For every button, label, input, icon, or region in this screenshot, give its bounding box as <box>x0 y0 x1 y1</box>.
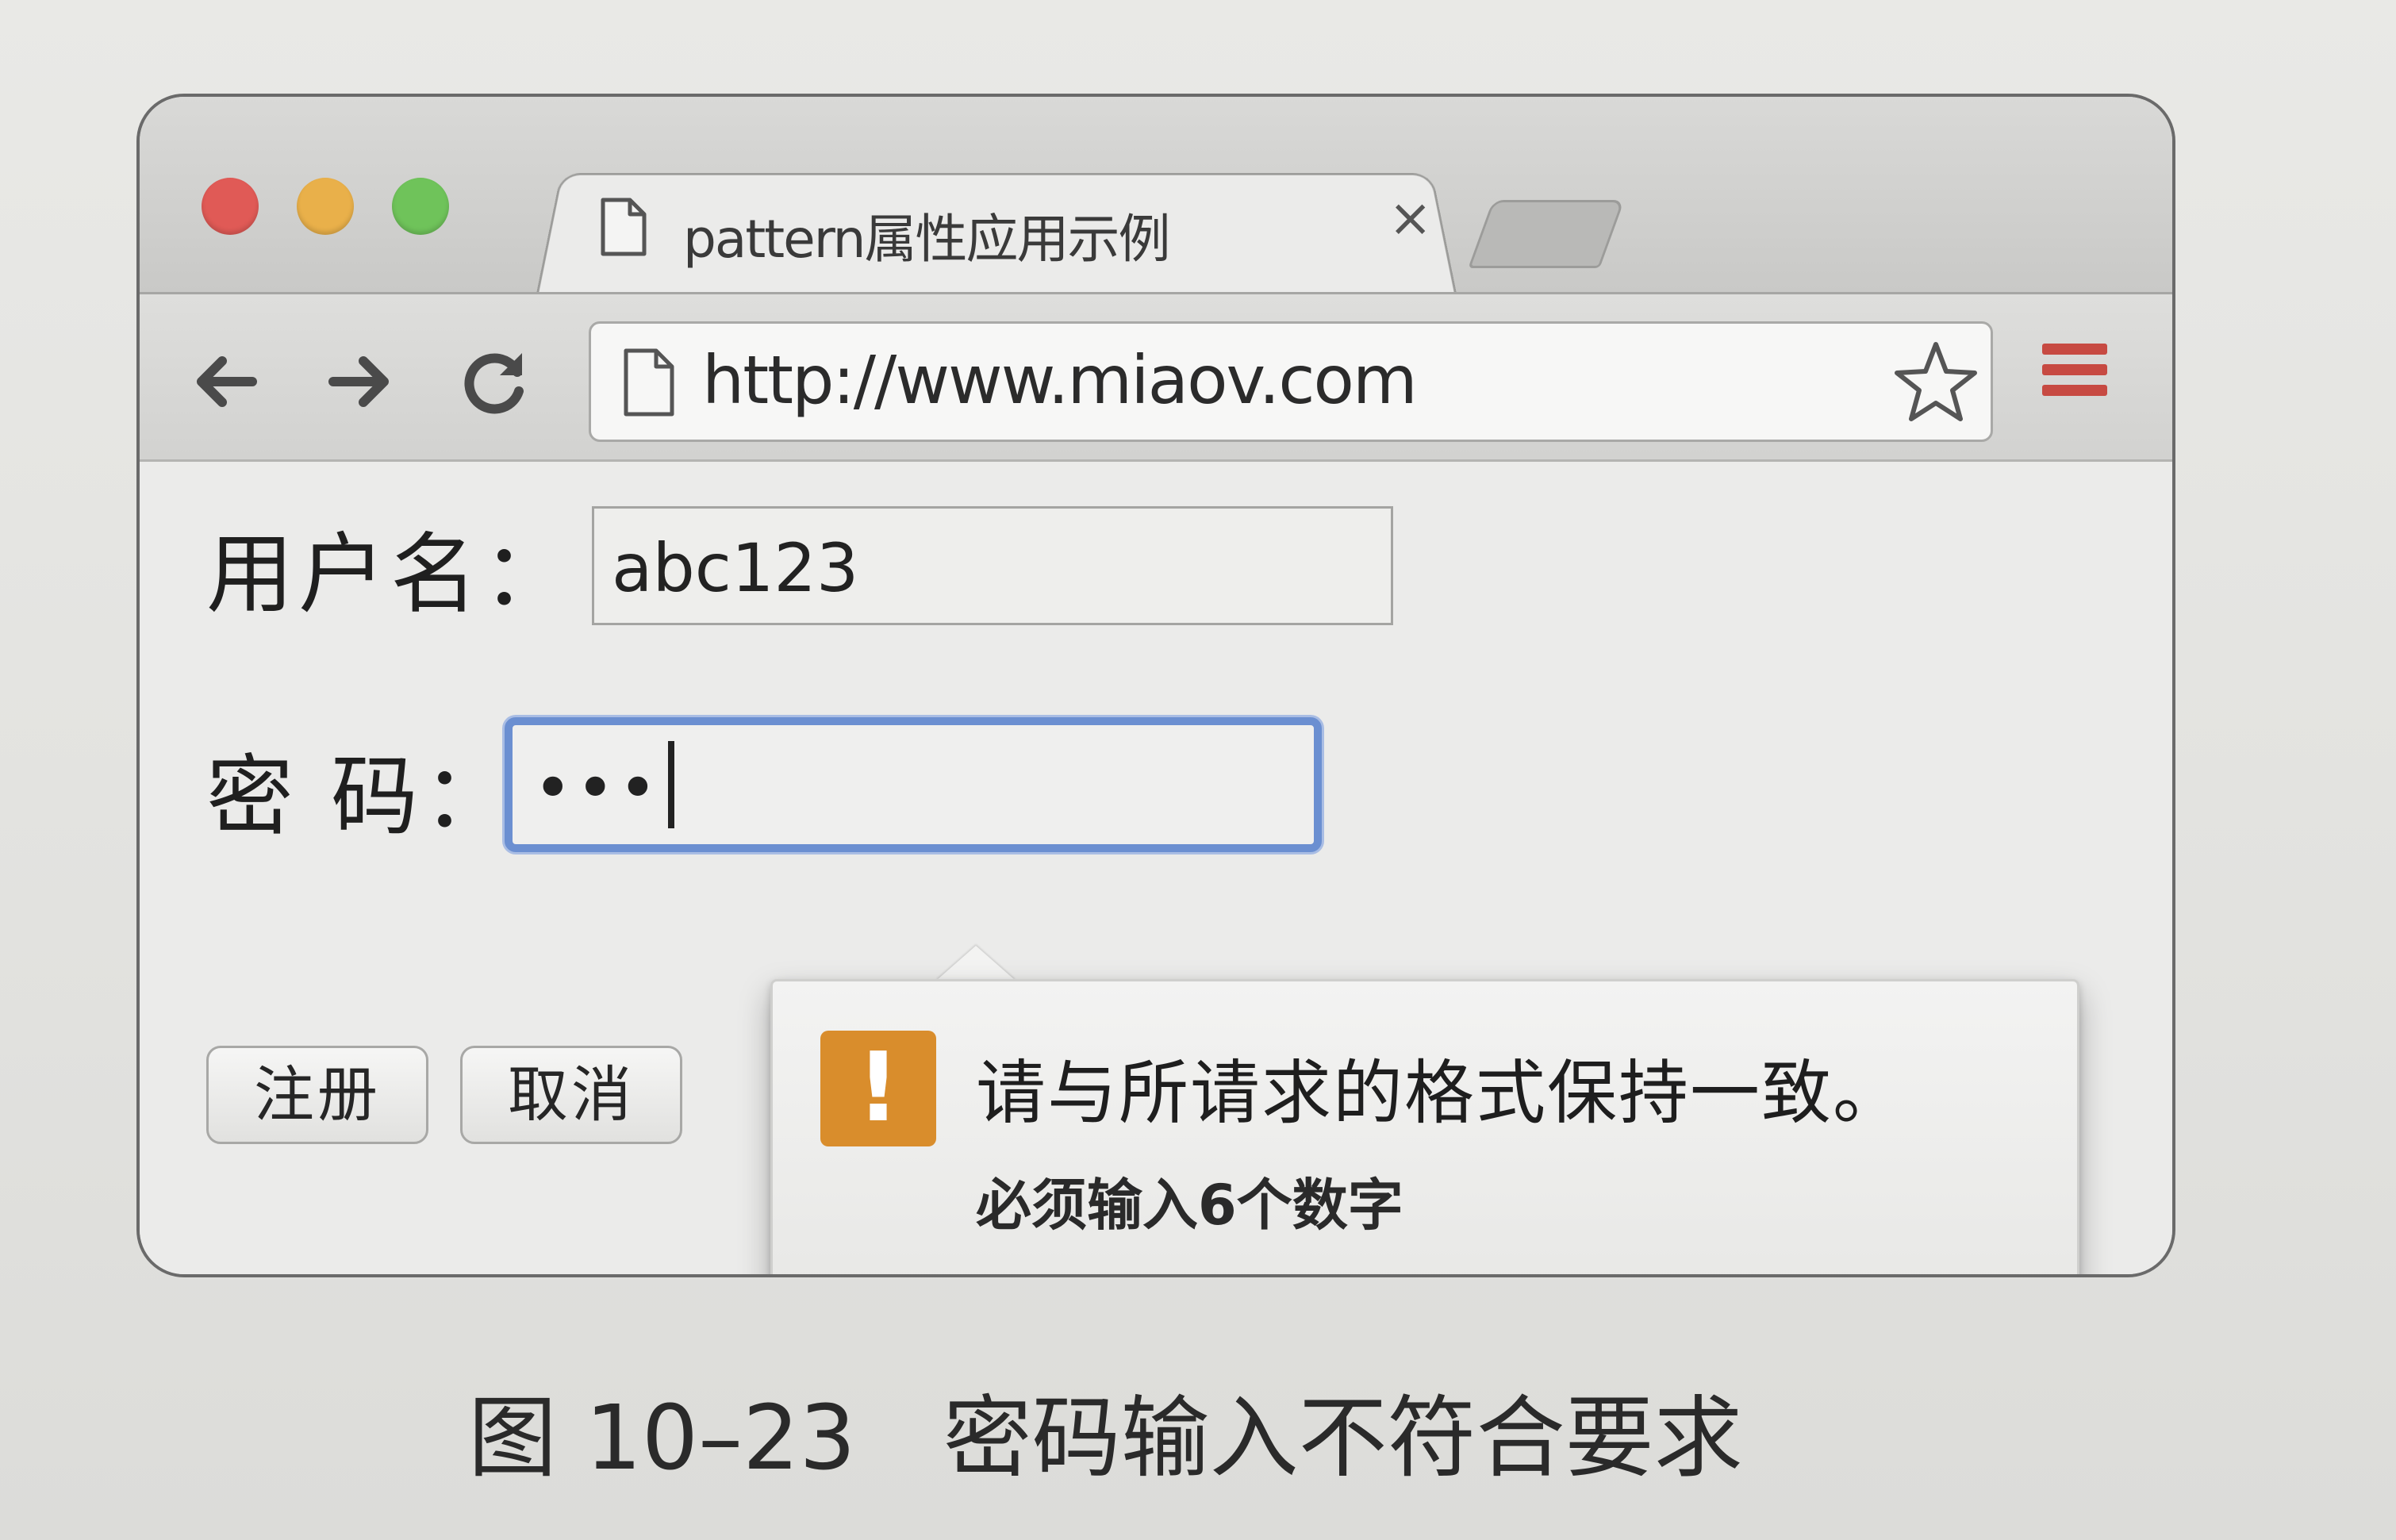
address-bar[interactable]: http://www.miaov.com <box>589 321 1993 442</box>
figure-caption: 图 10–23 密码输入不符合要求 <box>468 1366 1743 1495</box>
bookmark-star-icon[interactable] <box>1892 338 1979 425</box>
validation-tooltip: ! 请与所请求的格式保持一致。 必须输入6个数字 <box>770 979 2079 1277</box>
register-button[interactable]: 注册 <box>206 1046 428 1144</box>
tab-close-icon[interactable]: × <box>1388 192 1432 244</box>
figure-caption-text: 密码输入不符合要求 <box>943 1387 1743 1490</box>
browser-window: pattern属性应用示例 × http://www.miaov.com 用户名… <box>136 94 2175 1277</box>
validation-message: 请与所请求的格式保持一致。 <box>976 1037 1904 1138</box>
password-label: 密 码： <box>206 725 515 852</box>
exclamation-icon: ! <box>820 1031 936 1146</box>
tab-strip: pattern属性应用示例 × <box>140 97 2172 292</box>
username-value: abc123 <box>612 529 858 607</box>
cancel-button[interactable]: 取消 <box>460 1046 682 1144</box>
password-input[interactable]: ••• <box>505 717 1322 852</box>
browser-tab-content: pattern属性应用示例 × <box>568 192 1441 279</box>
url-text[interactable]: http://www.miaov.com <box>702 341 1416 419</box>
minimize-window-button[interactable] <box>297 178 354 235</box>
tooltip-arrow <box>936 946 1016 981</box>
page-icon <box>623 348 675 417</box>
zoom-window-button[interactable] <box>392 178 449 235</box>
username-input[interactable]: abc123 <box>592 506 1393 625</box>
document-icon <box>600 197 647 257</box>
new-tab-button[interactable] <box>1468 200 1624 268</box>
page-content: 用户名： abc123 密 码： ••• 注册 取消 ! 请与所请求的格式保持一… <box>140 462 2172 1277</box>
tab-title: pattern属性应用示例 <box>683 197 1169 273</box>
browser-toolbar: http://www.miaov.com <box>140 292 2172 462</box>
forward-arrow-icon[interactable] <box>321 342 400 421</box>
text-caret <box>668 741 674 828</box>
close-window-button[interactable] <box>202 178 259 235</box>
username-label: 用户名： <box>206 503 574 630</box>
reload-icon[interactable] <box>455 342 535 421</box>
back-arrow-icon[interactable] <box>186 342 265 421</box>
figure-number: 图 10–23 <box>468 1387 856 1490</box>
validation-hint: 必须输入6个数字 <box>976 1161 1403 1241</box>
menu-hamburger-icon[interactable] <box>2042 344 2110 412</box>
password-value: ••• <box>533 749 661 827</box>
